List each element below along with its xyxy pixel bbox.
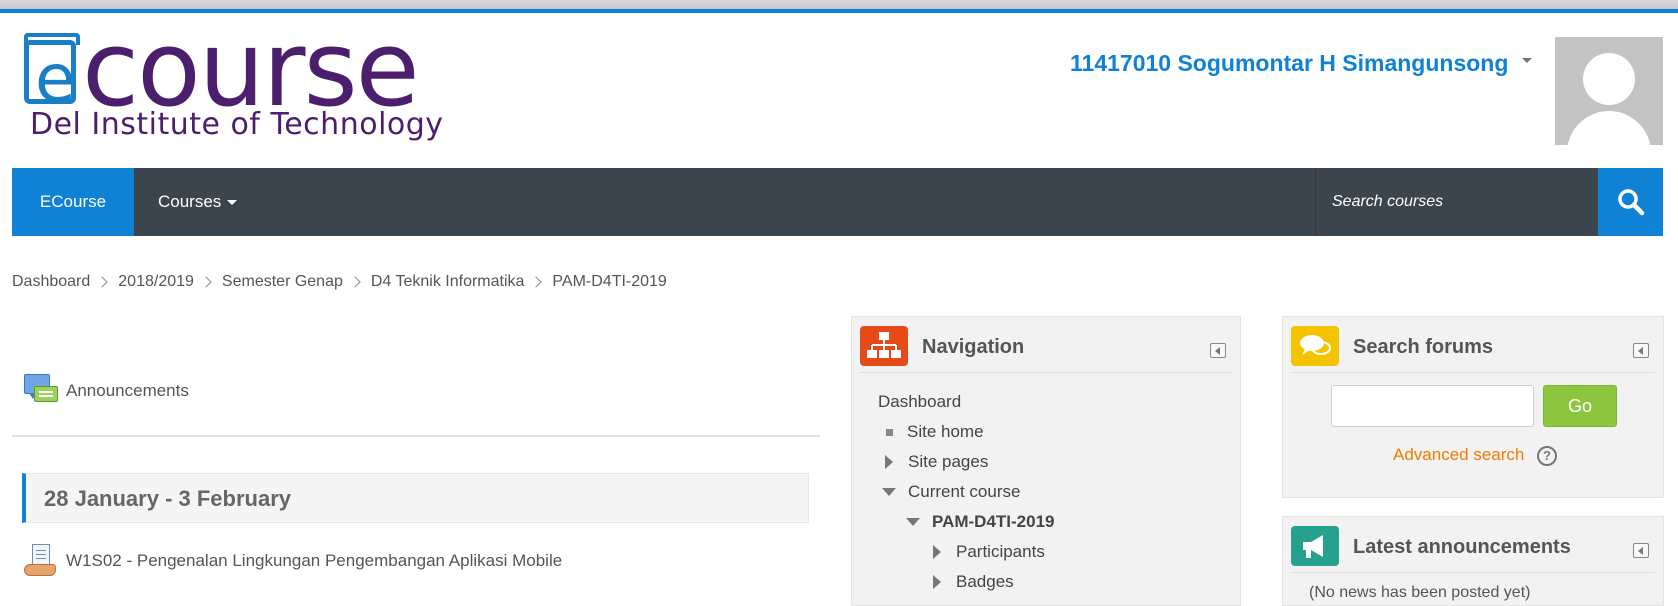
search-forums-block: Search forums Go Advanced search ?	[1282, 316, 1664, 498]
nav-brand-ecourse[interactable]: ECourse	[12, 168, 134, 236]
user-avatar-icon[interactable]	[1555, 37, 1663, 145]
activity-label: W1S02 - Pengenalan Lingkungan Pengembang…	[66, 551, 563, 570]
nav-search	[1315, 168, 1599, 236]
forum-search-input[interactable]	[1331, 385, 1534, 427]
latest-announcements-block: Latest announcements (No news has been p…	[1282, 516, 1664, 606]
breadcrumb: Dashboard 2018/2019 Semester Genap D4 Te…	[12, 273, 667, 291]
resource-icon	[24, 544, 58, 578]
chevron-right-icon	[96, 276, 108, 288]
section-divider	[12, 435, 820, 437]
expand-down-icon	[882, 488, 896, 496]
logo-subtitle: Del Institute of Technology	[30, 107, 444, 142]
nav-item-dashboard[interactable]: Dashboard	[878, 392, 961, 412]
block-header: Search forums	[1291, 326, 1655, 373]
breadcrumb-course[interactable]: PAM-D4TI-2019	[552, 273, 666, 291]
collapse-block-icon[interactable]	[1633, 343, 1649, 358]
block-title: Navigation	[922, 336, 1025, 358]
breadcrumb-dashboard[interactable]: Dashboard	[12, 273, 90, 291]
nav-courses-menu[interactable]: Courses	[158, 168, 238, 236]
site-logo[interactable]: e course Del Institute of Technology	[24, 14, 444, 146]
caret-down-icon	[227, 200, 238, 206]
week-section-header: 28 January - 3 February	[22, 473, 809, 523]
nav-item-current-course[interactable]: Current course	[878, 482, 1020, 502]
block-header: Navigation	[860, 326, 1232, 373]
expand-right-icon	[933, 545, 941, 559]
nav-item-participants[interactable]: Participants	[926, 542, 1045, 562]
nav-courses-label: Courses	[158, 192, 222, 211]
expand-down-icon	[906, 518, 920, 526]
breadcrumb-program[interactable]: D4 Teknik Informatika	[371, 273, 525, 291]
navigation-block: Navigation Dashboard Site home Site page…	[851, 316, 1241, 606]
logo-book-icon: e	[24, 33, 80, 112]
forum-icon	[24, 374, 58, 408]
nav-item-course[interactable]: PAM-D4TI-2019	[902, 512, 1055, 532]
chevron-right-icon	[530, 276, 543, 288]
collapse-block-icon[interactable]	[1210, 343, 1226, 358]
caret-down-icon[interactable]	[1522, 58, 1532, 63]
nav-item-site-home[interactable]: Site home	[878, 422, 984, 442]
expand-right-icon	[933, 575, 941, 589]
no-news-text: (No news has been posted yet)	[1309, 584, 1531, 601]
go-button[interactable]: Go	[1543, 385, 1617, 427]
announcements-label: Announcements	[66, 381, 189, 400]
announcements-forum-link[interactable]: Announcements	[24, 373, 189, 409]
nav-item-site-pages[interactable]: Site pages	[878, 452, 988, 472]
chevron-right-icon	[200, 276, 212, 288]
chevron-right-icon	[349, 276, 361, 288]
bullet-icon	[886, 428, 893, 436]
collapse-block-icon[interactable]	[1633, 543, 1649, 558]
breadcrumb-semester[interactable]: Semester Genap	[222, 273, 343, 291]
block-header: Latest announcements	[1291, 526, 1655, 573]
megaphone-icon	[1291, 526, 1339, 566]
search-courses-input[interactable]	[1316, 168, 1599, 236]
speech-bubbles-icon	[1291, 326, 1339, 366]
expand-right-icon	[885, 455, 893, 469]
nav-item-badges[interactable]: Badges	[926, 572, 1014, 592]
block-title: Search forums	[1353, 336, 1494, 358]
main-navbar: ECourse Courses	[12, 168, 1663, 236]
block-title: Latest announcements	[1353, 536, 1571, 558]
help-icon[interactable]: ?	[1537, 446, 1557, 466]
activity-resource-link[interactable]: W1S02 - Pengenalan Lingkungan Pengembang…	[24, 541, 562, 581]
breadcrumb-year[interactable]: 2018/2019	[118, 273, 194, 291]
user-menu-name[interactable]: 11417010 Sogumontar H Simangunsong	[1070, 50, 1508, 77]
search-courses-button[interactable]	[1598, 168, 1663, 236]
advanced-search-link[interactable]: Advanced search	[1393, 445, 1524, 465]
week-title: 28 January - 3 February	[44, 486, 292, 511]
sitemap-icon	[860, 326, 908, 366]
